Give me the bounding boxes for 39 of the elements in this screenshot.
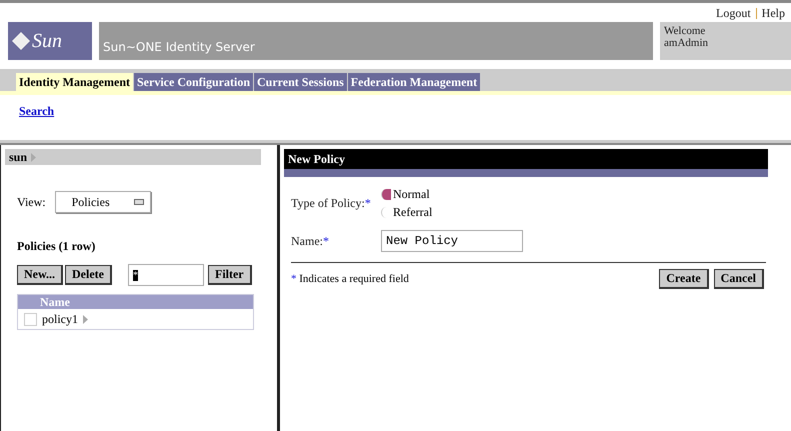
list-title: Policies (1 row) [17,239,96,254]
welcome-text: Welcome [664,25,706,37]
view-dropdown[interactable]: Policies [54,191,151,213]
triangle-icon [31,152,36,162]
search-link[interactable]: Search [19,104,54,118]
radio-button[interactable] [381,189,391,200]
required-mark: * [291,273,296,285]
name-field[interactable]: New Policy [381,230,523,252]
dropdown-indicator-icon [134,199,144,205]
policy-link[interactable]: policy1 [42,312,78,326]
breadcrumb-link[interactable]: sun [9,150,28,164]
required-note: Indicates a required field [299,273,409,285]
page-title: New Policy [284,149,768,169]
field-label: Name: [291,234,323,248]
diamond-logo-icon [12,32,30,50]
field-label: Type of Policy: [291,196,365,210]
tab[interactable]: Current Sessions [254,73,347,91]
tab[interactable]: Federation Management [348,73,480,91]
option-label: Referral [393,205,432,220]
checkbox[interactable] [24,312,37,326]
required-mark: * [364,196,371,210]
product-title: Sun~ONE Identity Server [103,40,255,54]
filter-field[interactable]: * [128,264,204,286]
action-button[interactable]: New... [17,265,63,285]
logout-link[interactable]: Logout [716,6,751,21]
triangle-icon [83,314,88,324]
form-button[interactable]: Create [659,269,709,289]
action-button[interactable]: Delete [65,265,112,285]
tab[interactable]: Identity Management [16,73,133,91]
help-link[interactable]: Help [762,6,785,21]
option-label: Normal [393,187,430,202]
required-mark: * [323,234,329,248]
view-label: View: [17,194,46,210]
tab[interactable]: Service Configuration [134,73,253,91]
form-button[interactable]: Cancel [714,269,764,289]
filter-button[interactable]: Filter [208,265,252,285]
logo: Sun [8,22,92,60]
user-name: amAdmin [664,37,709,49]
column-header: Name [18,295,253,309]
